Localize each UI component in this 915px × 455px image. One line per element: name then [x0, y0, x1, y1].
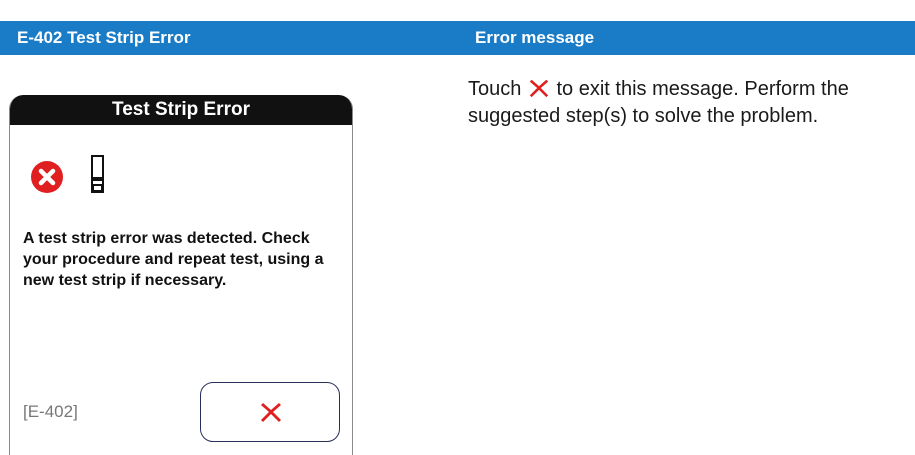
test-strip-icon [91, 155, 104, 193]
section-title: E-402 Test Strip Error [17, 28, 191, 47]
error-circle-icon [31, 161, 63, 193]
red-x-icon [529, 79, 549, 98]
device-title: Test Strip Error [10, 95, 352, 125]
close-button[interactable] [200, 382, 340, 442]
column-title: Error message [475, 28, 595, 47]
instruction-after: to exit this message. Perform the sugges… [468, 78, 849, 127]
error-code: [E-402] [23, 402, 78, 421]
close-x-icon [261, 403, 281, 422]
device-message: A test strip error was detected. Check y… [23, 230, 324, 289]
instruction-before: Touch [468, 78, 522, 100]
instruction-text: Touch to exit this message. Perform the … [468, 76, 898, 130]
device-screen: Test Strip Error A test strip error was … [9, 95, 353, 455]
